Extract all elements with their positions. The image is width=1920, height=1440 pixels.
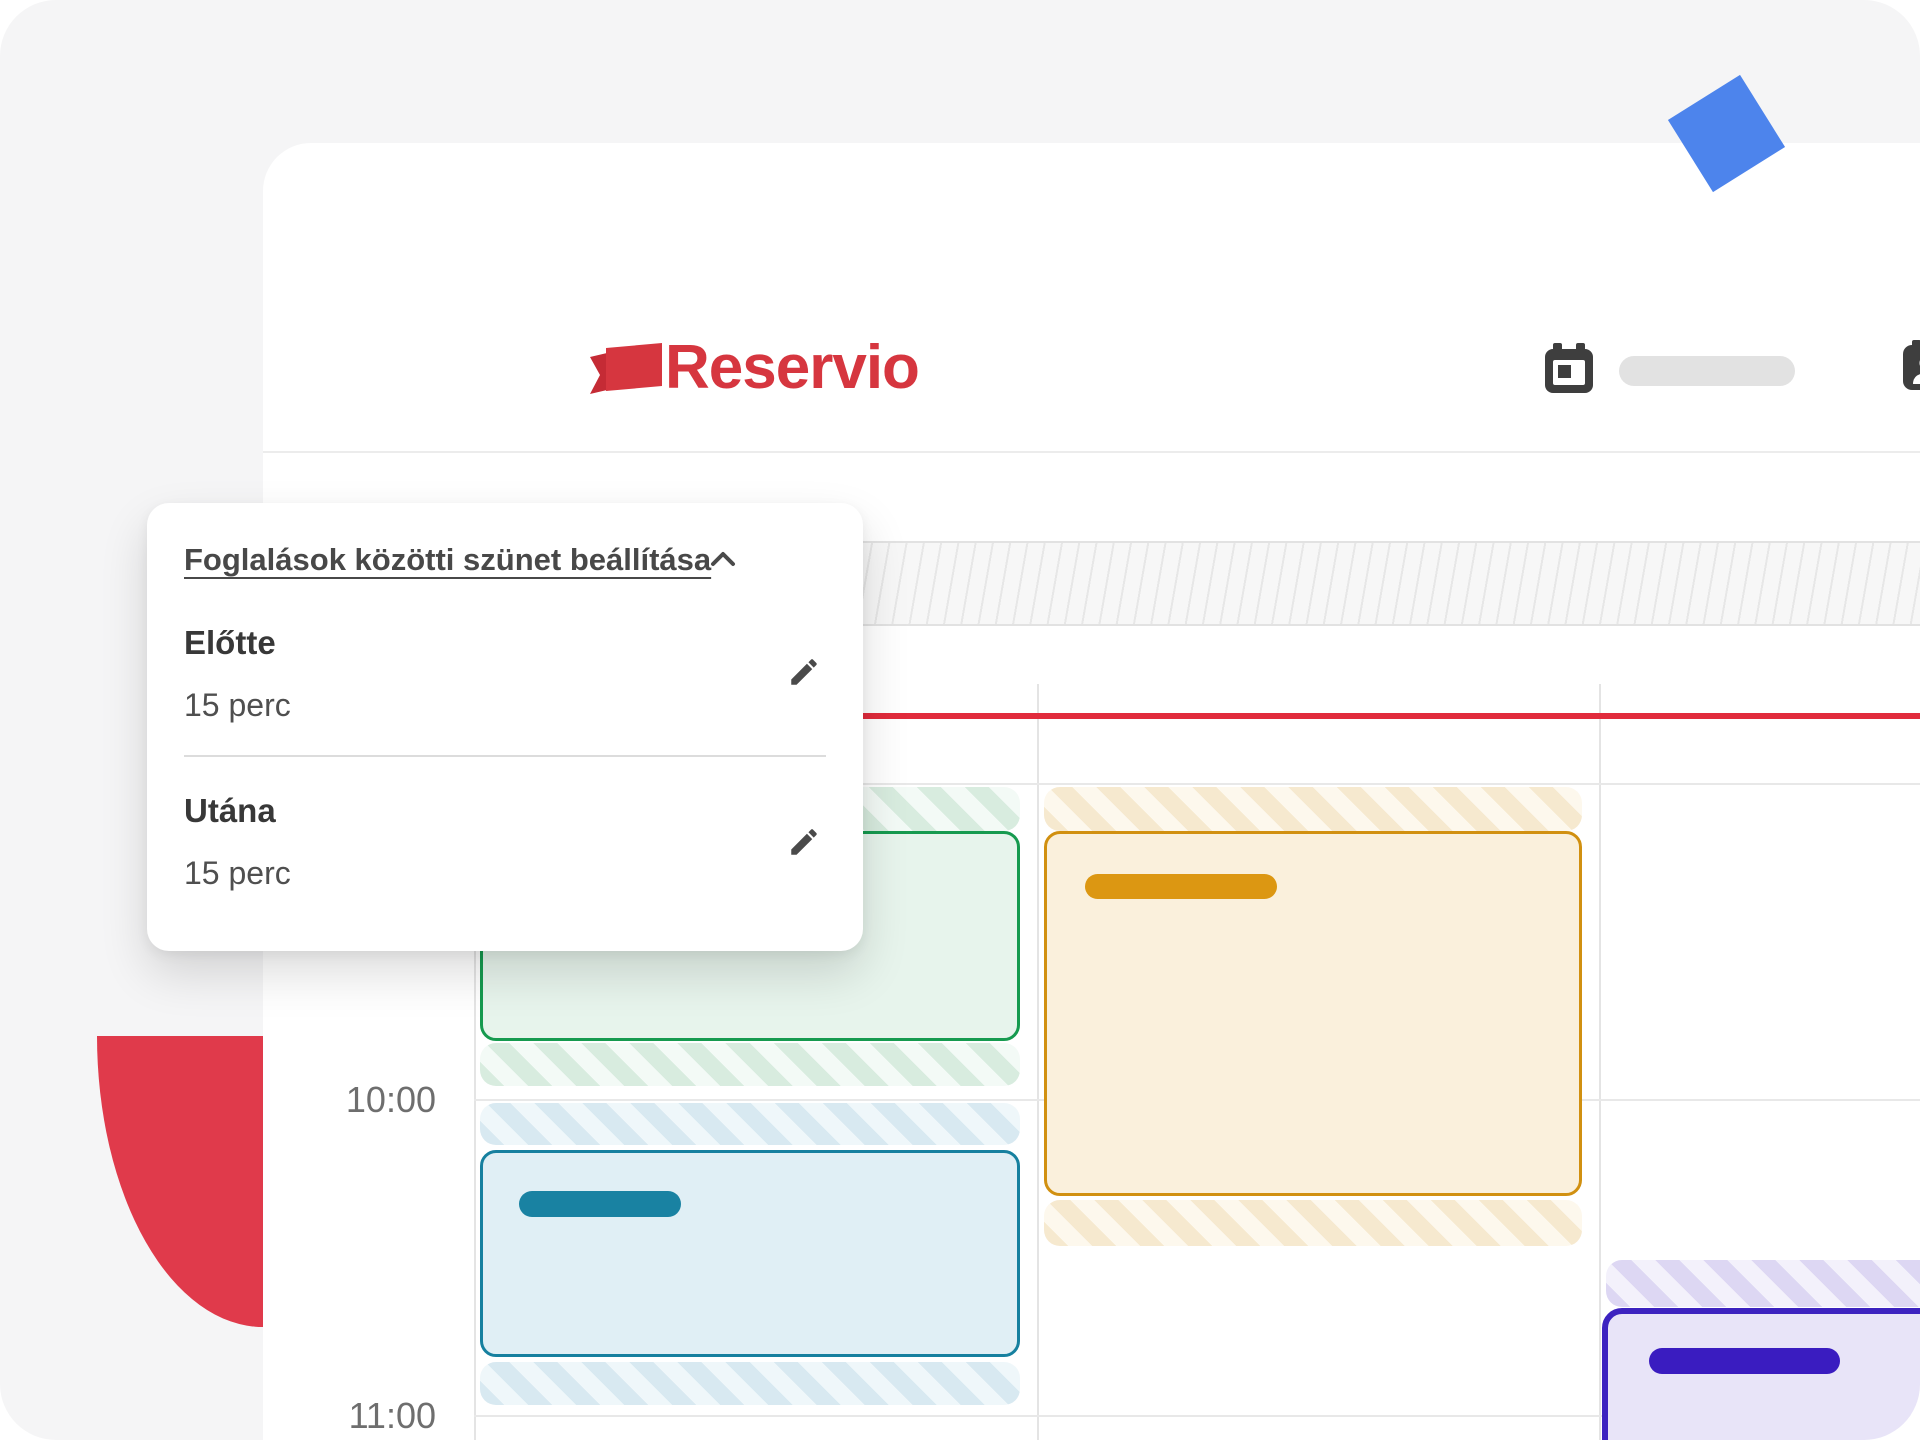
blue-event-title-placeholder (519, 1191, 681, 1217)
green-event-buffer-after (480, 1043, 1020, 1086)
grid-vline-2 (1037, 684, 1039, 1440)
after-value: 15 perc (184, 855, 291, 891)
break-settings-popover: Foglalások közötti szünet beállítása Elő… (147, 503, 863, 951)
header-calendar-nav[interactable] (1545, 343, 1593, 398)
header-nav-placeholder[interactable] (1619, 356, 1795, 386)
page-background: Reservio (0, 0, 1920, 1440)
header-divider (263, 451, 1920, 453)
orange-event-buffer-after (1044, 1200, 1582, 1246)
popover-divider (184, 755, 826, 757)
purple-event-buffer-before (1606, 1260, 1920, 1307)
before-value: 15 perc (184, 687, 291, 723)
purple-event-title-placeholder (1649, 1348, 1840, 1374)
grid-vline-3 (1599, 684, 1601, 1440)
time-label-10: 10:00 (316, 1082, 436, 1118)
orange-event[interactable] (1044, 831, 1582, 1196)
before-label: Előtte (184, 625, 276, 661)
decor-red-shape (97, 1036, 263, 1327)
edit-after-pencil-icon[interactable] (787, 825, 821, 859)
purple-event[interactable] (1602, 1308, 1920, 1440)
blue-event-buffer-before (480, 1103, 1020, 1145)
time-label-11: 11:00 (316, 1398, 436, 1434)
break-settings-title[interactable]: Foglalások közötti szünet beállítása (184, 541, 711, 579)
after-label: Utána (184, 793, 276, 829)
brand-logo-text: Reservio (665, 335, 919, 401)
header-account-nav[interactable] (1903, 340, 1920, 395)
orange-event-title-placeholder (1085, 874, 1277, 899)
edit-before-pencil-icon[interactable] (787, 655, 821, 689)
calendar-icon (1545, 343, 1593, 393)
blue-event-buffer-after (480, 1362, 1020, 1405)
contact-badge-icon (1903, 340, 1920, 390)
page-canvas: Reservio (0, 0, 1920, 1440)
orange-event-buffer-before (1044, 787, 1582, 831)
collapse-chevron-up-icon[interactable] (710, 550, 736, 568)
blue-event[interactable] (480, 1150, 1020, 1357)
reservio-flag-icon (590, 343, 662, 397)
